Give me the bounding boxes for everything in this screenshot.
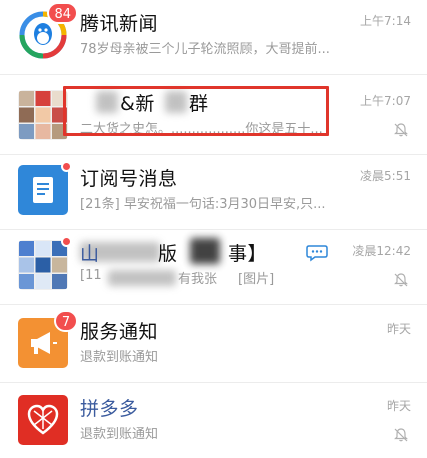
mute-bell-icon — [394, 123, 408, 137]
service-avatar: 7 — [18, 310, 78, 368]
unread-badge: 7 — [54, 310, 78, 332]
group-collage-avatar — [18, 240, 68, 290]
chat-time: 昨天 — [386, 399, 411, 413]
chat-title: 拼多多 — [80, 398, 139, 420]
highlight-annotation-box — [63, 86, 329, 136]
chat-title: 腾讯新闻 — [80, 13, 159, 35]
pinduoduo-icon — [27, 404, 59, 435]
chat-row-subscriptions[interactable]: 订阅号消息 [21条] 早安祝福一句话:3月30日早安,只... 凌晨5:51 — [0, 155, 427, 230]
chat-last-message-fragment: 有我张 — [178, 272, 218, 287]
chat-title: 订阅号消息 — [80, 168, 178, 190]
group-collage-avatar — [18, 90, 68, 140]
chat-list: 84 腾讯新闻 78岁母亲被三个儿子轮流照顾，大哥提前... 上午7:14 &新… — [0, 0, 427, 458]
pinduoduo-avatar — [18, 395, 68, 445]
chat-time: 凌晨12:42 — [352, 244, 411, 258]
chat-row-pinduoduo[interactable]: 拼多多 退款到账通知 昨天 — [0, 385, 427, 458]
tencent-news-avatar: 84 — [18, 2, 78, 60]
chat-last-message: 退款到账通知 — [80, 427, 159, 442]
unread-dot — [61, 161, 72, 172]
chat-bubble-icon — [306, 245, 328, 262]
chat-row-tencent-news[interactable]: 84 腾讯新闻 78岁母亲被三个儿子轮流照顾，大哥提前... 上午7:14 — [0, 0, 427, 75]
chat-last-message-fragment: [11 — [80, 268, 102, 283]
chat-time: 上午7:14 — [360, 14, 411, 28]
document-icon — [33, 177, 53, 203]
mute-bell-icon — [394, 428, 408, 442]
chat-last-message: [21条] 早安祝福一句话:3月30日早安,只... — [80, 197, 326, 212]
chat-last-message-fragment: [图片] — [238, 272, 275, 287]
chat-last-message: 78岁母亲被三个儿子轮流照顾，大哥提前... — [80, 42, 330, 57]
unread-badge: 84 — [47, 2, 78, 24]
chat-title: 服务通知 — [80, 321, 159, 343]
chat-row-group-2[interactable]: 山 版 事】 [11 有我张 [图片] 凌晨12:42 — [0, 230, 427, 305]
chat-time: 上午7:07 — [360, 94, 411, 108]
chat-title-fragment: 事】 — [228, 243, 268, 265]
unread-dot — [61, 236, 72, 247]
redacted-block — [190, 238, 220, 264]
chat-title-fragment: 山 — [80, 243, 100, 265]
redacted-block — [108, 270, 176, 286]
subscription-avatar — [18, 161, 72, 215]
mute-bell-icon — [394, 273, 408, 287]
group-avatar — [18, 90, 68, 140]
chat-time: 昨天 — [386, 322, 411, 336]
chat-title-fragment: 版 — [158, 243, 178, 265]
chat-last-message: 退款到账通知 — [80, 350, 159, 365]
group-avatar — [18, 236, 72, 290]
chat-row-service-notifications[interactable]: 7 服务通知 退款到账通知 昨天 — [0, 308, 427, 383]
chat-time: 凌晨5:51 — [360, 169, 411, 183]
